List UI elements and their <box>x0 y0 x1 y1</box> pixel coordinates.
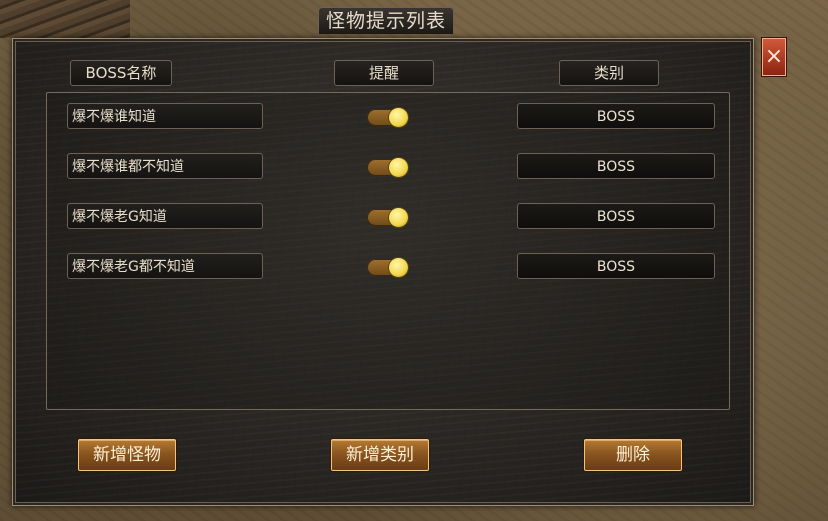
add-category-button[interactable]: 新增类别 <box>331 439 429 471</box>
monster-list-panel: 爆不爆谁知道 BOSS 爆不爆谁都不知道 BOSS 爆不爆老G知道 BOSS 爆… <box>46 92 730 410</box>
category-field[interactable]: BOSS <box>517 253 715 279</box>
category-field[interactable]: BOSS <box>517 203 715 229</box>
toggle-knob <box>389 258 408 277</box>
background-wood-planks <box>0 0 130 38</box>
column-header-name: BOSS名称 <box>70 60 172 86</box>
table-row: 爆不爆谁都不知道 BOSS <box>47 153 729 181</box>
toggle-knob <box>389 158 408 177</box>
alert-toggle[interactable] <box>367 208 408 227</box>
column-header-type: 类别 <box>559 60 659 86</box>
toggle-knob <box>389 108 408 127</box>
monster-name-field[interactable]: 爆不爆谁都不知道 <box>67 153 263 179</box>
category-field[interactable]: BOSS <box>517 103 715 129</box>
delete-button[interactable]: 删除 <box>584 439 682 471</box>
monster-name-field[interactable]: 爆不爆老G知道 <box>67 203 263 229</box>
alert-toggle[interactable] <box>367 108 408 127</box>
add-monster-button[interactable]: 新增怪物 <box>78 439 176 471</box>
alert-toggle[interactable] <box>367 158 408 177</box>
category-field[interactable]: BOSS <box>517 153 715 179</box>
alert-toggle[interactable] <box>367 258 408 277</box>
table-row: 爆不爆老G都不知道 BOSS <box>47 253 729 281</box>
window-title: 怪物提示列表 <box>318 7 454 34</box>
table-row: 爆不爆老G知道 BOSS <box>47 203 729 231</box>
monster-name-field[interactable]: 爆不爆老G都不知道 <box>67 253 263 279</box>
column-header-alert: 提醒 <box>334 60 434 86</box>
toggle-knob <box>389 208 408 227</box>
monster-name-field[interactable]: 爆不爆谁知道 <box>67 103 263 129</box>
table-row: 爆不爆谁知道 BOSS <box>47 103 729 131</box>
close-button[interactable]: × <box>762 38 786 76</box>
